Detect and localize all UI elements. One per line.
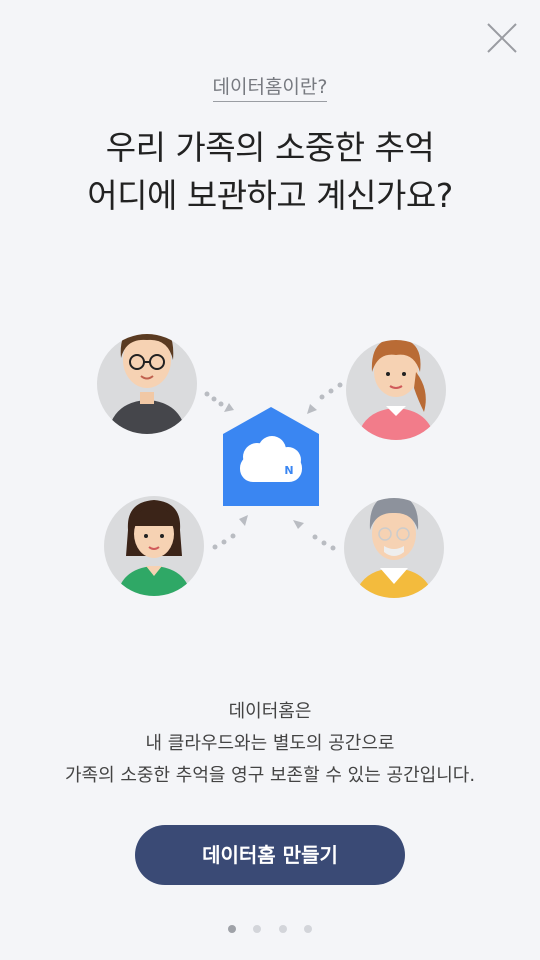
subtitle: 데이터홈이란? [0, 72, 540, 102]
description: 데이터홈은 내 클라우드와는 별도의 공간으로 가족의 소중한 추억을 영구 보… [0, 696, 540, 792]
daughter-avatar [104, 496, 204, 596]
page-dot-1[interactable] [228, 925, 237, 933]
page-title: 우리 가족의 소중한 추억 어디에 보관하고 계신가요? [0, 124, 540, 220]
mother-avatar [346, 340, 446, 440]
description-line-2: 내 클라우드와는 별도의 공간으로 [145, 733, 395, 754]
close-button[interactable] [482, 18, 522, 58]
cloud-home-icon: N [223, 407, 319, 506]
page-indicator [0, 918, 540, 937]
close-icon [487, 23, 517, 53]
father-avatar [97, 334, 197, 434]
subtitle-text: 데이터홈이란? [212, 76, 328, 102]
description-line-3: 가족의 소중한 추억을 영구 보존할 수 있는 공간입니다. [64, 765, 476, 786]
page-dot-3[interactable] [278, 925, 287, 933]
headline-line-2: 어디에 보관하고 계신가요? [87, 176, 453, 215]
page-dot-2[interactable] [253, 925, 262, 933]
create-datahome-button[interactable]: 데이터홈 만들기 [135, 825, 405, 885]
page-dot-4[interactable] [303, 925, 312, 933]
svg-text:N: N [284, 464, 293, 477]
headline-line-1: 우리 가족의 소중한 추억 [105, 128, 435, 167]
description-line-1: 데이터홈은 [228, 701, 312, 722]
family-illustration: N [0, 300, 540, 630]
grandparent-avatar [344, 498, 444, 598]
